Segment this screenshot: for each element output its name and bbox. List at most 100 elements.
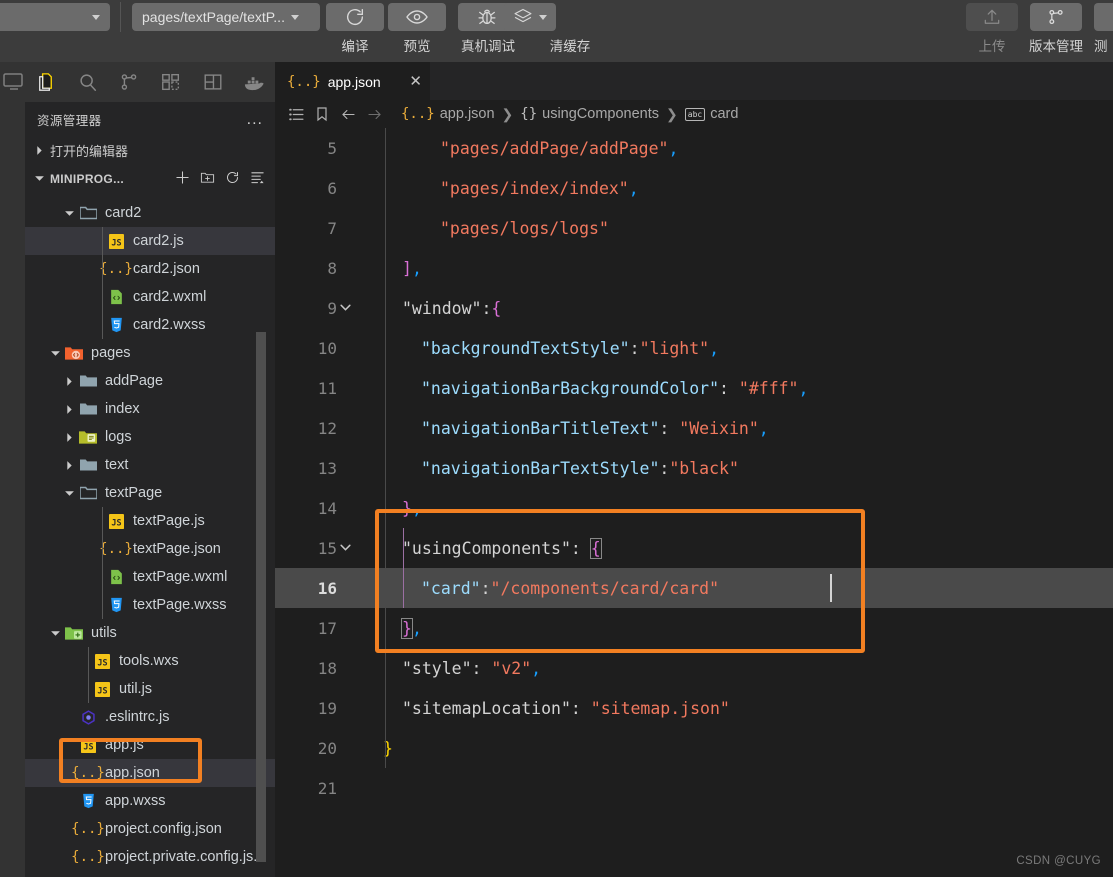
open-editors-section[interactable]: 打开的编辑器 xyxy=(25,137,275,164)
docker-icon[interactable] xyxy=(233,62,275,102)
chevron-right-icon[interactable] xyxy=(61,432,77,443)
clear-cache-dropdown[interactable] xyxy=(504,3,556,31)
code-line[interactable]: 13 "navigationBarTextStyle":"black" xyxy=(275,448,1113,488)
chevron-down-icon[interactable] xyxy=(61,208,77,219)
tree-item-card2-json[interactable]: {..} card2.json xyxy=(25,255,275,283)
new-folder-icon[interactable] xyxy=(200,170,215,188)
compile-button[interactable] xyxy=(326,3,384,31)
code-line[interactable]: 18 "style": "v2", xyxy=(275,648,1113,688)
code-token: : xyxy=(480,578,491,598)
project-select[interactable] xyxy=(0,3,110,31)
code-line[interactable]: 10 "backgroundTextStyle":"light", xyxy=(275,328,1113,368)
tree-item-textpage-wxss[interactable]: textPage.wxss xyxy=(25,591,275,619)
code-token: } xyxy=(401,617,413,639)
test-button[interactable] xyxy=(1094,3,1113,31)
code-token: "v2" xyxy=(491,658,532,678)
sidebar-scrollbar[interactable] xyxy=(256,332,266,862)
code-line[interactable]: 12 "navigationBarTitleText": "Weixin", xyxy=(275,408,1113,448)
chevron-right-icon[interactable] xyxy=(61,404,77,415)
line-number: 6 xyxy=(327,179,337,198)
code-line[interactable]: 20} xyxy=(275,728,1113,768)
tree-item-util-js[interactable]: JS util.js xyxy=(25,675,275,703)
tree-item-tools-wxs[interactable]: JS tools.wxs xyxy=(25,647,275,675)
preview-button[interactable] xyxy=(388,3,446,31)
svg-text:JS: JS xyxy=(97,657,107,667)
fold-chevron-down-icon[interactable] xyxy=(339,299,355,318)
explorer-icon[interactable] xyxy=(25,62,67,102)
code-token: "Weixin" xyxy=(679,418,759,438)
chevron-right-icon[interactable] xyxy=(61,376,77,387)
tree-item-project-private-config-js-[interactable]: {..} project.private.config.js... xyxy=(25,843,275,871)
breadcrumb-item-usingcomponents[interactable]: {} usingComponents xyxy=(520,106,659,122)
code-line[interactable]: 16 "card":"/components/card/card" xyxy=(275,568,1113,608)
code-line[interactable]: 6 "pages/index/index", xyxy=(275,168,1113,208)
tree-item-text[interactable]: text xyxy=(25,451,275,479)
search-icon[interactable] xyxy=(67,62,109,102)
breadcrumb-item-file[interactable]: {..} app.json xyxy=(401,106,495,122)
code-line[interactable]: 7 "pages/logs/logs" xyxy=(275,208,1113,248)
chevron-down-icon[interactable] xyxy=(47,628,63,639)
tree-item-textpage-wxml[interactable]: textPage.wxml xyxy=(25,563,275,591)
tree-item-addpage[interactable]: addPage xyxy=(25,367,275,395)
upload-button[interactable] xyxy=(966,3,1018,31)
version-control-button[interactable] xyxy=(1030,3,1082,31)
explorer-header: 资源管理器 ... xyxy=(25,102,275,137)
tree-item-index[interactable]: index xyxy=(25,395,275,423)
refresh-icon[interactable] xyxy=(225,170,240,188)
source-control-icon[interactable] xyxy=(108,62,150,102)
tree-item-pages[interactable]: pages xyxy=(25,339,275,367)
code-token: "navigationBarTitleText" xyxy=(421,418,660,438)
more-actions-icon[interactable]: ... xyxy=(247,111,263,127)
tree-item-app-wxss[interactable]: app.wxss xyxy=(25,787,275,815)
tree-item-project-config-json[interactable]: {..} project.config.json xyxy=(25,815,275,843)
code-token: , xyxy=(411,258,422,278)
tree-item-textpage-json[interactable]: {..} textPage.json xyxy=(25,535,275,563)
code-line[interactable]: 9 "window":{ xyxy=(275,288,1113,328)
tree-item-utils[interactable]: utils xyxy=(25,619,275,647)
page-select[interactable]: pages/textPage/textP... xyxy=(132,3,320,31)
tree-item-card2-wxml[interactable]: card2.wxml xyxy=(25,283,275,311)
tree-item-label: card2.js xyxy=(133,233,184,249)
code-line[interactable]: 17}, xyxy=(275,608,1113,648)
tree-item-textpage-js[interactable]: JS textPage.js xyxy=(25,507,275,535)
bookmark-icon[interactable] xyxy=(309,106,335,122)
tab-app-json[interactable]: {..} app.json ✕ xyxy=(275,62,430,100)
tree-item-card2-js[interactable]: JS card2.js xyxy=(25,227,275,255)
code-line[interactable]: 11 "navigationBarBackgroundColor": "#fff"… xyxy=(275,368,1113,408)
code-line[interactable]: 8], xyxy=(275,248,1113,288)
code-line[interactable]: 15 "usingComponents": { xyxy=(275,528,1113,568)
forward-arrow-icon[interactable] xyxy=(361,105,387,124)
breadcrumb-item-card[interactable]: abc card xyxy=(684,106,738,122)
close-icon[interactable]: ✕ xyxy=(409,74,422,89)
code-line[interactable]: 5 "pages/addPage/addPage", xyxy=(275,128,1113,168)
fold-chevron-down-icon[interactable] xyxy=(339,539,355,558)
sidebar-icon-strip xyxy=(25,62,275,102)
chevron-down-icon[interactable] xyxy=(47,348,63,359)
chevron-right-icon[interactable] xyxy=(61,460,77,471)
tree-item-card2-wxss[interactable]: card2.wxss xyxy=(25,311,275,339)
collapse-all-icon[interactable] xyxy=(250,170,265,188)
code-text: "style": "v2", xyxy=(383,659,541,678)
js-file-icon: JS xyxy=(94,653,110,669)
tree-item-textpage[interactable]: textPage xyxy=(25,479,275,507)
code-line[interactable]: 21 xyxy=(275,768,1113,808)
tree-item-sitemap-json[interactable]: {..}sitemap.json xyxy=(25,871,275,877)
back-arrow-icon[interactable] xyxy=(335,105,361,124)
tree-item-app-js[interactable]: JS app.js xyxy=(25,731,275,759)
folder-pages-icon xyxy=(65,346,83,361)
tree-item--eslintrc-js[interactable]: .eslintrc.js xyxy=(25,703,275,731)
code-content[interactable]: 5 "pages/addPage/addPage", 6 "pages/index/i… xyxy=(275,128,1113,877)
code-line[interactable]: 14}, xyxy=(275,488,1113,528)
tree-item-app-json[interactable]: {..} app.json xyxy=(25,759,275,787)
outline-list-icon[interactable] xyxy=(283,106,309,123)
chevron-down-icon[interactable] xyxy=(61,488,77,499)
code-line[interactable]: 19 "sitemapLocation": "sitemap.json" xyxy=(275,688,1113,728)
screen-icon[interactable] xyxy=(2,70,26,99)
extensions-icon[interactable] xyxy=(150,62,192,102)
new-file-icon[interactable] xyxy=(175,170,190,188)
tree-item-card2[interactable]: card2 xyxy=(25,199,275,227)
layout-icon[interactable] xyxy=(192,62,234,102)
project-section[interactable]: MINIPROG... xyxy=(25,165,275,192)
tree-item-logs[interactable]: logs xyxy=(25,423,275,451)
tree-item-label: card2.json xyxy=(133,261,200,277)
